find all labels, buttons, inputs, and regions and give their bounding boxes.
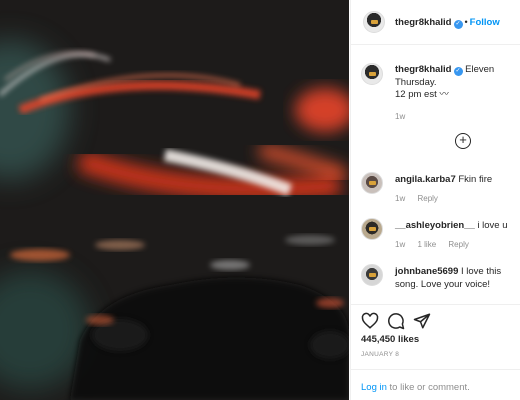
comment-icon[interactable] xyxy=(387,312,405,330)
post-header: thegr8khalid ✓ • Follow xyxy=(351,0,520,45)
blurred-night-street-image xyxy=(0,0,349,400)
caption-author-username[interactable]: thegr8khalid xyxy=(395,64,452,75)
comment-item: angila.karba7 Fkin fire 1w Reply xyxy=(361,172,520,212)
comment-text-row: johnbane5699 I love this song. Love your… xyxy=(395,266,520,291)
comment-meta: 1w 1 like Reply xyxy=(395,240,479,249)
commenter-avatar[interactable] xyxy=(361,172,383,194)
follow-button[interactable]: Follow xyxy=(470,17,500,28)
login-link[interactable]: Log in xyxy=(361,382,387,393)
author-username[interactable]: thegr8khalid xyxy=(395,17,452,28)
caption-line-3: 12 pm est xyxy=(395,89,437,100)
commenter-avatar[interactable] xyxy=(361,218,383,240)
post-date[interactable]: JANUARY 8 xyxy=(361,351,399,358)
header-author-row: thegr8khalid ✓ • Follow xyxy=(395,17,500,29)
share-icon[interactable] xyxy=(413,312,431,330)
wave-emoji-icon: 〰 xyxy=(439,89,449,100)
comment-age[interactable]: 1w xyxy=(395,194,405,203)
post-actions: 445,450 likes JANUARY 8 Log in to like o… xyxy=(351,304,520,400)
commenter-username[interactable]: angila.karba7 xyxy=(395,174,456,185)
comment-text-row: __ashleyobrien__ i love u xyxy=(395,220,520,233)
comment-meta: 1w Reply xyxy=(395,194,448,203)
commenter-username[interactable]: __ashleyobrien__ xyxy=(395,220,475,231)
caption-body: thegr8khalid ✓ Eleven Thursday. 12 pm est… xyxy=(395,64,520,123)
comment-age[interactable]: 1w xyxy=(395,240,405,249)
add-comment-icon[interactable]: + xyxy=(455,133,471,149)
verified-badge-icon: ✓ xyxy=(453,67,463,76)
heart-icon[interactable] xyxy=(361,312,379,330)
likes-count[interactable]: 445,450 likes xyxy=(361,334,419,345)
comment-text-row: angila.karba7 Fkin fire xyxy=(395,174,520,187)
reply-button[interactable]: Reply xyxy=(448,240,468,249)
commenter-username[interactable]: johnbane5699 xyxy=(395,266,458,277)
comment-text: Fkin fire xyxy=(458,174,493,185)
post-photo[interactable] xyxy=(0,0,349,400)
post-side-panel: thegr8khalid ✓ • Follow thegr8khalid ✓ Eleve… xyxy=(350,0,520,400)
separator-dot: • xyxy=(464,17,468,27)
caption-line-1: Eleven xyxy=(465,64,495,75)
comment-item: __ashleyobrien__ i love u 1w 1 like Repl… xyxy=(361,218,520,258)
caption-author-avatar[interactable] xyxy=(361,63,383,85)
comment-likes[interactable]: 1 like xyxy=(417,240,436,249)
login-suffix: to like or comment. xyxy=(386,382,470,393)
author-avatar[interactable] xyxy=(363,11,385,33)
comment-text: i love u xyxy=(477,220,508,231)
commenter-avatar[interactable] xyxy=(361,264,383,286)
comment-item: johnbane5699 I love this song. Love your… xyxy=(361,264,520,304)
caption-line-2: Thursday. xyxy=(395,76,437,88)
caption-age[interactable]: 1w xyxy=(395,111,520,124)
reply-button[interactable]: Reply xyxy=(417,194,437,203)
login-prompt: Log in to like or comment. xyxy=(351,369,520,400)
verified-badge-icon: ✓ xyxy=(453,20,463,29)
